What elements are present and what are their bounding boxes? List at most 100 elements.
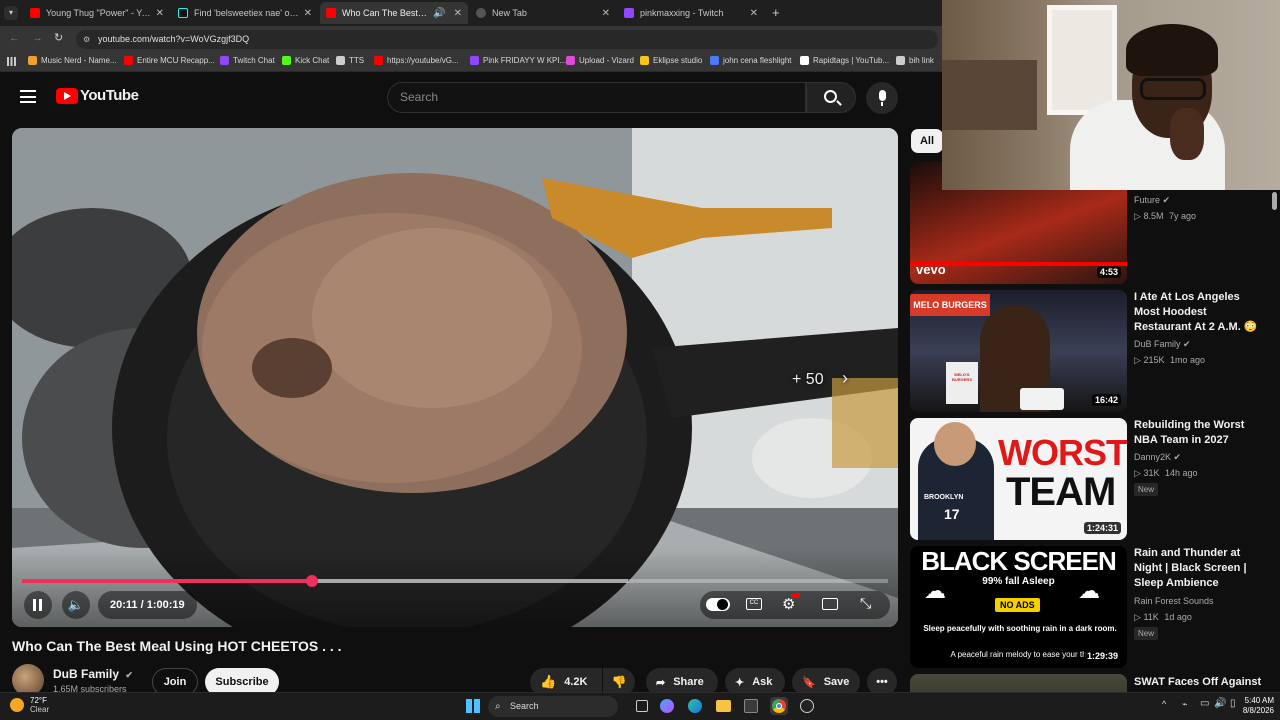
bookmark-item[interactable]: Kick Chat — [282, 56, 329, 65]
bookmark-item[interactable]: https://youtube/vG... — [374, 56, 459, 65]
video-player[interactable]: + 50 › 🔈 20:11 / 1:00:19 CC ⚙ ⤡ — [12, 128, 898, 627]
vevo-logo: vevo — [916, 262, 946, 277]
browser-tab-1[interactable]: Young Thug "Power" - YouTube ✕ — [24, 2, 170, 24]
tab-search-icon[interactable]: ▾ — [4, 6, 18, 20]
close-tab-icon[interactable]: ✕ — [602, 8, 610, 19]
close-tab-icon[interactable]: ✕ — [304, 8, 312, 19]
scrubber-handle[interactable] — [306, 575, 319, 587]
youtube-logo[interactable]: YouTube — [56, 87, 139, 104]
autoplay-toggle[interactable] — [706, 598, 730, 611]
bookmark-item[interactable]: TTS — [336, 56, 364, 65]
cloud-left-icon: ☁ — [924, 578, 946, 603]
channel-name-text: DuB Family — [53, 667, 120, 681]
speaker-icon[interactable]: 🔊 — [433, 8, 445, 19]
pause-button[interactable] — [24, 591, 52, 619]
chevron-right-icon: › — [842, 368, 849, 388]
weather-widget[interactable]: 72°F Clear — [10, 696, 49, 714]
channel-name[interactable]: DuB Family ✔ — [53, 667, 133, 681]
rec-thumbnail-2[interactable]: MELO BURGERS MELO'S BURGERS 16:42 — [910, 290, 1127, 412]
miniplayer-icon[interactable] — [822, 598, 838, 610]
rec-channel-1[interactable]: Future ✔ — [1134, 195, 1170, 206]
rec-channel-2[interactable]: DuB Family ✔ — [1134, 339, 1191, 350]
bookmark-favicon-icon — [710, 56, 719, 65]
shelf — [942, 60, 1037, 130]
jersey-number: 17 — [944, 506, 960, 522]
rec-duration: 16:42 — [1091, 394, 1121, 406]
rec-title-5[interactable]: SWAT Faces Off Against — [1134, 675, 1274, 690]
rec-title-3[interactable]: Rebuilding the Worst NBA Team in 2027 — [1134, 418, 1258, 448]
bookmark-item[interactable]: Rapidtags | YouTub... — [800, 56, 889, 65]
bookmark-favicon-icon — [470, 56, 479, 65]
skip-forward-indicator[interactable]: + 50 › — [792, 368, 848, 389]
bookmark-item[interactable]: john cena fleshlight — [710, 56, 792, 65]
hamburger-menu-icon[interactable] — [20, 90, 36, 103]
bookmark-item[interactable]: Music Nerd - Name... — [28, 56, 117, 65]
site-info-icon[interactable]: ⚙ — [83, 30, 90, 49]
rec-channel-4[interactable]: Rain Forest Sounds — [1134, 596, 1214, 606]
obs-icon[interactable] — [800, 699, 814, 713]
close-tab-icon[interactable]: ✕ — [750, 8, 758, 19]
browser-tab-3-active[interactable]: Who Can The Best Meal Using HOT CHEETOS … — [320, 2, 468, 24]
filter-chip-all[interactable]: All — [911, 129, 943, 153]
windows-taskbar: 72°F Clear ⌕ Search ^ ⌁ ▭ 🔊 ▯ 5:40 AM 8/… — [0, 692, 1280, 720]
rec-meta-1: ▷ 8.5M 7y ago — [1134, 211, 1196, 221]
browser-tab-4[interactable]: New Tab ✕ — [470, 2, 616, 24]
chrome-icon[interactable] — [770, 697, 788, 715]
bookmark-item[interactable]: Eklipse studio — [640, 56, 702, 65]
network-icon[interactable]: ▭ — [1200, 698, 1209, 709]
rec-thumbnail-3[interactable]: BROOKLYN 17 WORST TEAM 1:24:31 — [910, 418, 1127, 540]
search-button[interactable] — [806, 82, 856, 113]
progress-bar[interactable] — [22, 575, 888, 587]
sun-weather-icon — [10, 698, 24, 712]
sidebar-scrollbar[interactable] — [1272, 192, 1277, 210]
fullscreen-exit-icon[interactable]: ⤡ — [860, 595, 871, 612]
verified-check-icon: ✔ — [1183, 339, 1191, 349]
edge-icon[interactable] — [688, 699, 702, 713]
file-explorer-icon[interactable] — [716, 700, 731, 712]
views-play-icon: ▷ — [1134, 211, 1141, 221]
tab-title: Find 'belsweetiex nae' on TikTok — [194, 8, 300, 18]
close-tab-icon[interactable]: ✕ — [156, 8, 164, 19]
address-bar[interactable]: ⚙ youtube.com/watch?v=WoVGzgjf3DQ — [76, 30, 938, 49]
rec-title-2[interactable]: I Ate At Los Angeles Most Hoodest Restau… — [1134, 290, 1258, 335]
new-tab-plus-icon[interactable]: + — [772, 5, 780, 20]
start-button[interactable] — [466, 699, 480, 713]
captions-icon[interactable]: CC — [746, 598, 762, 610]
volume-button[interactable]: 🔈 — [62, 591, 90, 619]
settings-gear-icon[interactable]: ⚙ — [782, 593, 800, 613]
browser-tab-2[interactable]: Find 'belsweetiex nae' on TikTok ✕ — [172, 2, 318, 24]
speaker-icon[interactable]: 🔊 — [1214, 698, 1226, 709]
bookmark-favicon-icon — [282, 56, 291, 65]
tray-chevron-icon[interactable]: ^ — [1162, 699, 1166, 709]
bookmark-item[interactable]: Twitch Chat — [220, 56, 275, 65]
close-tab-icon[interactable]: ✕ — [454, 8, 462, 19]
hd-badge-icon — [791, 593, 800, 598]
usb-icon[interactable]: ⌁ — [1182, 699, 1187, 710]
taskbar-search[interactable]: ⌕ Search — [488, 696, 618, 717]
youtube-play-logo-icon — [56, 87, 78, 104]
search-input[interactable]: Search — [387, 82, 806, 113]
apps-grid-icon[interactable] — [7, 57, 16, 66]
rec-thumbnail-4[interactable]: BLACK SCREEN 99% fall Asleep ☁ ☁ NO ADS … — [910, 546, 1127, 668]
bookmark-item[interactable]: bih link — [896, 56, 934, 65]
ask-label: Ask — [752, 676, 773, 688]
reload-icon[interactable]: ↻ — [54, 31, 63, 44]
browser-tab-5[interactable]: pinkmaxxing - Twitch ✕ — [618, 2, 764, 24]
voice-search-button[interactable] — [866, 82, 898, 114]
bookmark-item[interactable]: Entire MCU Recapp... — [124, 56, 215, 65]
battery-icon[interactable]: ▯ — [1230, 698, 1236, 709]
task-view-icon[interactable] — [636, 700, 648, 712]
search-icon: ⌕ — [495, 701, 501, 712]
forward-icon[interactable]: → — [32, 32, 43, 44]
back-icon[interactable]: ← — [9, 32, 20, 44]
bookmark-item[interactable]: Upload - Vizard — [566, 56, 634, 65]
clock[interactable]: 5:40 AM 8/8/2026 — [1236, 696, 1274, 716]
store-icon[interactable] — [744, 699, 758, 713]
video-info: Who Can The Best Meal Using HOT CHEETOS … — [0, 630, 906, 696]
copilot-icon[interactable] — [660, 699, 674, 713]
twitch-favicon-icon — [624, 8, 634, 18]
rec-title-4[interactable]: Rain and Thunder at Night | Black Screen… — [1134, 546, 1258, 591]
rec-channel-3[interactable]: Danny2K ✔ — [1134, 452, 1181, 463]
bookmark-item[interactable]: Pink FRIDAYY W KPI... — [470, 56, 566, 65]
bookmark-favicon-icon — [124, 56, 133, 65]
